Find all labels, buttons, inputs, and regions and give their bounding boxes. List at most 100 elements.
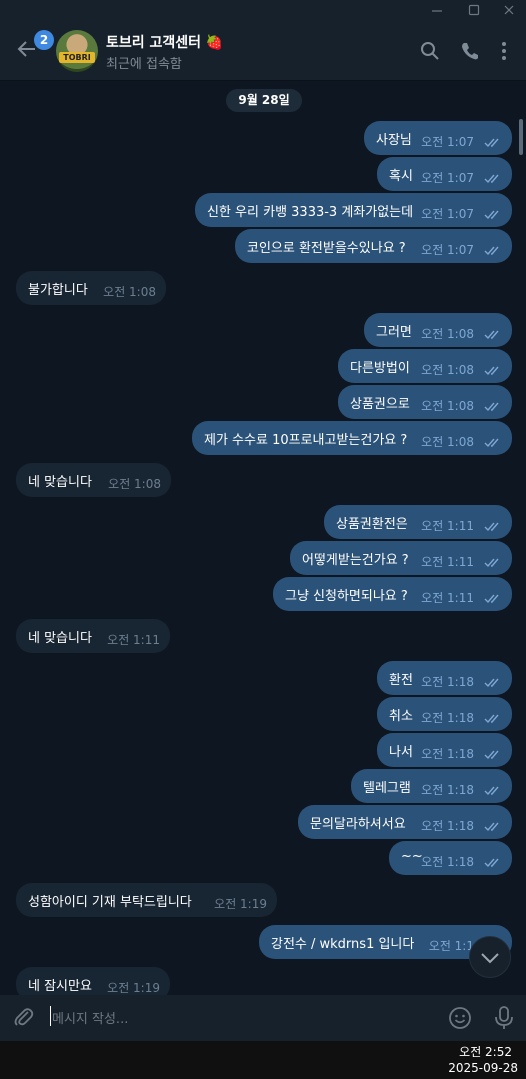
- message-time: 오전 1:18: [421, 711, 474, 725]
- message-bubble-incoming[interactable]: 네 잠시만요 오전 1:19: [16, 967, 170, 995]
- date-separator: 9월 28일: [226, 89, 302, 112]
- message-time: 오전 1:08: [421, 363, 474, 377]
- chat-status: 최근에 접속함: [106, 57, 182, 72]
- double-check-icon: [484, 174, 499, 184]
- message-composer: 메시지 작성...: [0, 995, 526, 1041]
- message-text: 신한 우리 카뱅 3333-3 계좌가없는데: [207, 205, 414, 220]
- message-bubble-outgoing[interactable]: 텔레그램 오전 1:18: [351, 769, 512, 803]
- message-bubble-incoming[interactable]: 불가합니다 오전 1:08: [16, 271, 166, 305]
- message-text: 네 맞습니다: [28, 631, 92, 646]
- message-bubble-outgoing[interactable]: 혹시 오전 1:07: [377, 157, 512, 191]
- message-text: 취소: [389, 709, 413, 724]
- message-bubble-outgoing[interactable]: 문의달라하셔서요 오전 1:18: [298, 805, 512, 839]
- message-text: 그러면: [376, 325, 412, 340]
- message-text: 제가 수수료 10프로내고받는건가요 ?: [204, 433, 408, 448]
- message-time: 오전 1:18: [421, 675, 474, 689]
- close-icon[interactable]: [500, 3, 518, 21]
- message-bubble-outgoing[interactable]: 그러면 오전 1:08: [364, 313, 512, 347]
- double-check-icon: [484, 522, 499, 532]
- message-bubble-outgoing[interactable]: 제가 수수료 10프로내고받는건가요 ? 오전 1:08: [192, 421, 512, 455]
- message-input[interactable]: 메시지 작성...: [52, 1008, 128, 1027]
- double-check-icon: [484, 858, 499, 868]
- double-check-icon: [484, 210, 499, 220]
- message-bubble-outgoing[interactable]: 다른방법이 오전 1:08: [338, 349, 512, 383]
- message-time: 오전 1:07: [421, 135, 474, 149]
- double-check-icon: [484, 786, 499, 796]
- message-time: 오전 1:19: [107, 981, 160, 995]
- avatar[interactable]: TOBRI: [56, 30, 98, 72]
- search-icon[interactable]: [419, 40, 441, 62]
- scroll-down-button[interactable]: [469, 936, 511, 978]
- chat-title[interactable]: 토브리 고객센터 🍓: [106, 32, 223, 52]
- message-time: 오전 1:18: [421, 819, 474, 833]
- double-check-icon: [484, 750, 499, 760]
- message-time: 오전 1:18: [421, 783, 474, 797]
- attach-icon[interactable]: [12, 1006, 36, 1030]
- message-time: 오전 1:07: [421, 171, 474, 185]
- message-time: 오전 1:08: [421, 399, 474, 413]
- clock-time[interactable]: 오전 2:52: [459, 1043, 512, 1060]
- message-time: 오전 1:18: [421, 747, 474, 761]
- message-time: 오전 1:11: [421, 519, 474, 533]
- double-check-icon: [484, 714, 499, 724]
- message-time: 오전 1:08: [421, 327, 474, 341]
- double-check-icon: [484, 330, 499, 340]
- message-bubble-outgoing[interactable]: ~~ 오전 1:18: [389, 841, 512, 875]
- emoji-icon[interactable]: [448, 1006, 472, 1030]
- chevron-down-icon: [481, 953, 499, 964]
- message-text: 코인으로 환전받을수있나요 ?: [247, 241, 406, 256]
- message-time: 오전 1:07: [421, 207, 474, 221]
- message-bubble-outgoing[interactable]: 상품권으로 오전 1:08: [338, 385, 512, 419]
- message-text: 텔레그램: [363, 781, 411, 796]
- message-bubble-outgoing[interactable]: 그냥 신청하면되나요 ? 오전 1:11: [273, 577, 512, 611]
- message-text: 불가합니다: [28, 283, 88, 298]
- message-text: 그냥 신청하면되나요 ?: [285, 589, 408, 604]
- double-check-icon: [484, 138, 499, 148]
- window-titlebar: [0, 0, 526, 24]
- double-check-icon: [484, 366, 499, 376]
- message-text: 나서: [389, 745, 413, 760]
- minimize-icon[interactable]: [428, 3, 446, 21]
- message-time: 오전 1:11: [421, 555, 474, 569]
- text-cursor: [50, 1006, 51, 1026]
- message-list[interactable]: 9월 28일 사장님 오전 1:07 혹시 오전 1:07 신한 우리 카뱅 333…: [0, 81, 526, 995]
- message-text: 혹시: [389, 169, 413, 184]
- message-text: 상품권으로: [350, 397, 410, 412]
- message-bubble-outgoing[interactable]: 어떻게받는건가요 ? 오전 1:11: [290, 541, 512, 575]
- double-check-icon: [484, 594, 499, 604]
- microphone-icon[interactable]: [492, 1005, 516, 1031]
- avatar-logo-text: TOBRI: [59, 52, 95, 63]
- message-time: 오전 1:1: [428, 939, 474, 953]
- message-time: 오전 1:07: [421, 243, 474, 257]
- message-text: 사장님: [376, 133, 412, 148]
- message-text: 어떻게받는건가요 ?: [302, 553, 409, 568]
- message-text: 네 맞습니다: [28, 475, 92, 490]
- message-text: ~~: [401, 849, 423, 864]
- more-vertical-icon[interactable]: [493, 40, 515, 62]
- message-text: 다른방법이: [350, 361, 410, 376]
- message-time: 오전 1:11: [421, 591, 474, 605]
- scrollbar[interactable]: [519, 119, 523, 155]
- double-check-icon: [484, 402, 499, 412]
- message-bubble-incoming[interactable]: 네 맞습니다 오전 1:08: [16, 463, 171, 497]
- message-bubble-outgoing[interactable]: 코인으로 환전받을수있나요 ? 오전 1:07: [235, 229, 512, 263]
- message-time: 오전 1:08: [108, 477, 161, 491]
- message-bubble-outgoing[interactable]: 신한 우리 카뱅 3333-3 계좌가없는데 오전 1:07: [195, 193, 512, 227]
- message-text: 환전: [389, 673, 413, 688]
- message-text: 네 잠시만요: [28, 979, 92, 994]
- message-bubble-incoming[interactable]: 성함아이디 기재 부탁드립니다 오전 1:19: [16, 883, 277, 917]
- clock-date[interactable]: 2025-09-28: [448, 1061, 518, 1075]
- message-time: 오전 1:18: [421, 855, 474, 869]
- chat-header: 2 TOBRI 토브리 고객센터 🍓 최근에 접속함: [0, 24, 526, 81]
- message-bubble-outgoing[interactable]: 환전 오전 1:18: [377, 661, 512, 695]
- message-time: 오전 1:11: [107, 633, 160, 647]
- double-check-icon: [484, 246, 499, 256]
- phone-icon[interactable]: [459, 40, 481, 62]
- message-bubble-outgoing[interactable]: 나서 오전 1:18: [377, 733, 512, 767]
- message-bubble-outgoing[interactable]: 사장님 오전 1:07: [364, 121, 512, 155]
- message-bubble-incoming[interactable]: 네 맞습니다 오전 1:11: [16, 619, 170, 653]
- message-bubble-outgoing[interactable]: 상품권환전은 오전 1:11: [324, 505, 512, 539]
- double-check-icon: [484, 558, 499, 568]
- message-bubble-outgoing[interactable]: 취소 오전 1:18: [377, 697, 512, 731]
- maximize-icon[interactable]: [465, 3, 483, 21]
